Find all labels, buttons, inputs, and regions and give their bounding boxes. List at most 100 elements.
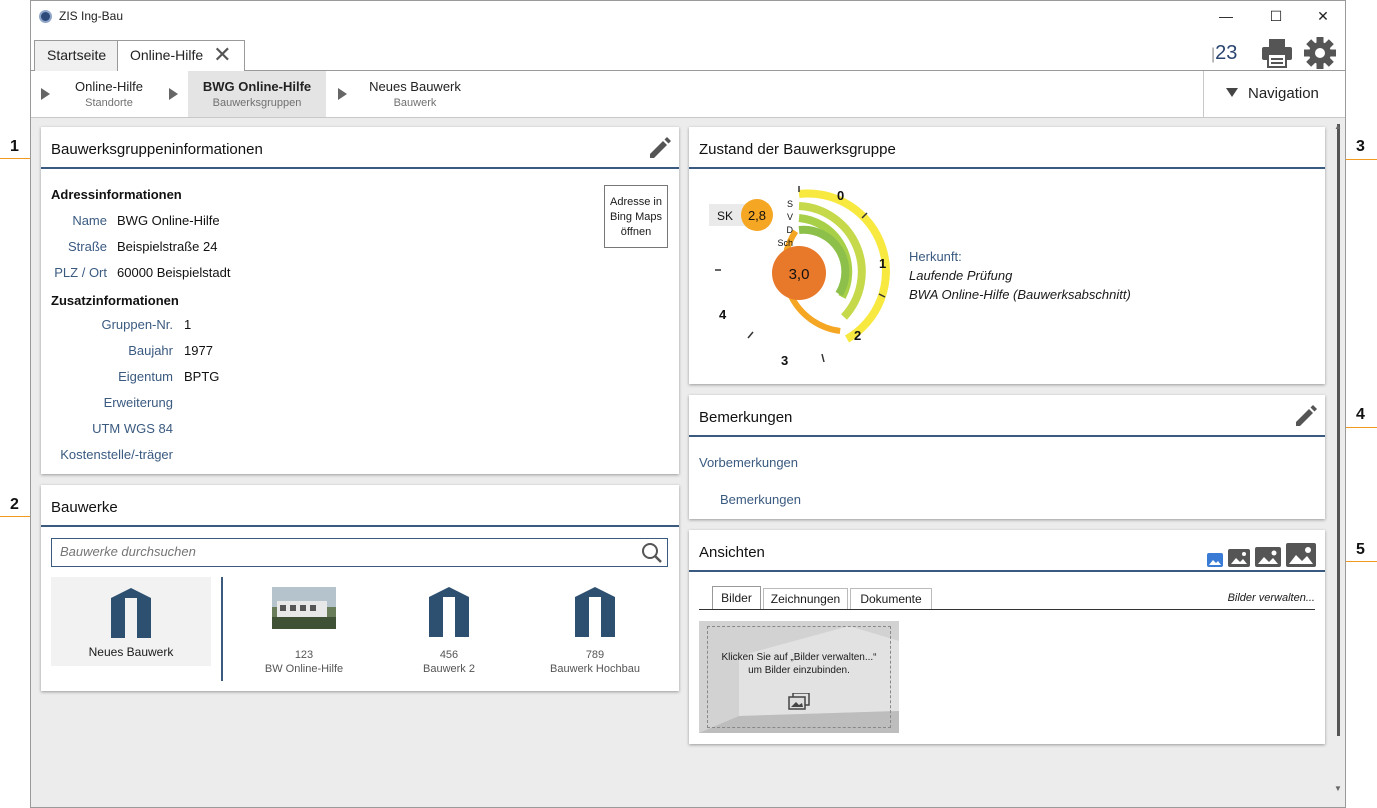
main-content: Bauwerksgruppeninformationen Adresse in …	[31, 118, 1345, 807]
callout-3: 3	[1356, 138, 1365, 155]
gear-icon[interactable]	[1303, 36, 1337, 70]
tab-close-icon[interactable]: ✕	[213, 41, 231, 69]
ring-label-v: V	[787, 212, 793, 222]
image-size-small-icon[interactable]	[1207, 553, 1223, 567]
building-icon	[111, 588, 151, 638]
breadcrumb-arrow-icon	[169, 88, 178, 100]
sk-value: 2,8	[748, 208, 766, 223]
callout-1: 1	[10, 138, 19, 155]
breadcrumb-subtitle: Bauwerksgruppen	[212, 97, 302, 109]
owner-value: BPTG	[184, 369, 220, 384]
new-building-tile[interactable]: Neues Bauwerk	[51, 577, 211, 666]
app-logo-icon	[39, 10, 52, 23]
tile-divider	[221, 577, 223, 681]
search-field[interactable]	[51, 538, 668, 567]
year-value: 1977	[184, 343, 213, 358]
building-tile[interactable]: 456 Bauwerk 2	[386, 585, 512, 681]
bemerkungen-card-header: Bemerkungen	[689, 395, 1325, 437]
bemerkungen-card: Bemerkungen Vorbemerkungen Bemerkungen	[689, 395, 1325, 519]
zustand-card-header: Zustand der Bauwerksgruppe	[689, 127, 1325, 169]
address-section-heading: Adressinformationen	[51, 187, 182, 202]
ansichten-card-header: Ansichten	[689, 530, 1325, 572]
title-bar: ZIS Ing-Bau — ☐ ✕	[31, 1, 1345, 32]
close-button[interactable]: ✕	[1308, 6, 1338, 28]
center-value: 3,0	[789, 266, 810, 283]
tab-bar: Startseite Online-Hilfe ✕ |23	[31, 32, 1345, 72]
breadcrumb-title: BWG Online-Hilfe	[202, 79, 312, 94]
tab-startseite[interactable]: Startseite	[34, 40, 120, 71]
breadcrumb: Online-Hilfe Standorte BWG Online-Hilfe …	[31, 71, 1345, 118]
new-building-label: Neues Bauwerk	[88, 645, 174, 659]
image-size-xlarge-icon[interactable]	[1286, 543, 1316, 567]
maximize-button[interactable]: ☐	[1261, 6, 1291, 28]
notification-counter[interactable]: |23	[1211, 42, 1237, 65]
building-name: Bauwerk Hochbau	[550, 663, 640, 675]
herkunft-label: Herkunft:	[909, 249, 962, 264]
building-tile[interactable]: 123 BW Online-Hilfe	[241, 585, 367, 681]
info-card-header: Bauwerksgruppeninformationen	[41, 127, 679, 169]
scroll-up-icon[interactable]: ▲	[1334, 122, 1342, 131]
search-icon[interactable]	[641, 542, 663, 564]
triangle-down-icon	[1226, 88, 1238, 97]
gauge-scale-1: 1	[879, 256, 886, 271]
condition-gauge: 0 1 2 3 4 SK 2,8 3,0 S V D Sch	[709, 186, 890, 368]
tab-online-hilfe[interactable]: Online-Hilfe ✕	[117, 40, 245, 72]
building-tile[interactable]: 789 Bauwerk Hochbau	[532, 585, 658, 681]
breadcrumb-title: Neues Bauwerk	[369, 79, 461, 94]
name-label: Name	[72, 213, 107, 228]
bauwerke-card: Bauwerke Neues Bauwerk 123	[41, 485, 679, 691]
bing-maps-button[interactable]: Adresse in Bing Maps öffnen	[604, 185, 668, 248]
ring-label-d: D	[787, 225, 794, 235]
breadcrumb-arrow-icon	[338, 88, 347, 100]
zustand-card: Zustand der Bauwerksgruppe 0 1 2 3 4 SK …	[689, 127, 1325, 384]
image-size-large-icon[interactable]	[1255, 547, 1281, 567]
callout-2: 2	[10, 496, 19, 513]
breadcrumb-subtitle: Bauwerk	[393, 97, 437, 109]
placeholder-text-2: um Bilder einzubinden.	[748, 665, 850, 676]
zip-city-label: PLZ / Ort	[54, 265, 107, 280]
scrollbar[interactable]	[1337, 124, 1340, 736]
pencil-icon[interactable]	[1293, 403, 1319, 429]
building-number: 789	[585, 649, 605, 661]
bemerkungen-card-title: Bemerkungen	[699, 409, 793, 426]
ring-label-s: S	[787, 199, 793, 209]
placeholder-frame	[707, 626, 891, 728]
scroll-down-icon[interactable]: ▼	[1334, 784, 1342, 793]
breadcrumb-arrow-icon	[41, 88, 50, 100]
navigation-button[interactable]: Navigation	[1203, 71, 1346, 117]
bemerkungen-link[interactable]: Bemerkungen	[720, 492, 801, 507]
counter-a: 2	[1215, 42, 1227, 64]
breadcrumb-online-hilfe[interactable]: Online-Hilfe Standorte	[59, 71, 159, 117]
building-name: BW Online-Hilfe	[264, 663, 344, 675]
print-icon[interactable]	[1261, 38, 1293, 68]
group-number-value: 1	[184, 317, 192, 332]
minimize-button[interactable]: —	[1211, 6, 1241, 28]
zustand-card-title: Zustand der Bauwerksgruppe	[699, 141, 896, 158]
navigation-label: Navigation	[1248, 85, 1319, 102]
bauwerke-card-title: Bauwerke	[51, 499, 118, 516]
gauge-scale-3: 3	[781, 353, 788, 368]
zip-city-value: 60000 Beispielstadt	[117, 265, 231, 280]
owner-label: Eigentum	[118, 369, 173, 384]
callout-5: 5	[1356, 541, 1365, 558]
building-name: Bauwerk 2	[423, 663, 475, 675]
herkunft-line-2: BWA Online-Hilfe (Bauwerksabschnitt)	[909, 287, 1131, 302]
tab-dokumente[interactable]: Dokumente	[850, 588, 932, 610]
image-placeholder[interactable]: Klicken Sie auf „Bilder verwalten...“ um…	[699, 621, 899, 733]
gauge-scale-2: 2	[854, 328, 861, 343]
extra-section-heading: Zusatzinformationen	[51, 293, 179, 308]
search-input[interactable]	[60, 544, 620, 559]
breadcrumb-neues-bauwerk[interactable]: Neues Bauwerk Bauwerk	[356, 71, 474, 117]
vorbemerkungen-link[interactable]: Vorbemerkungen	[699, 455, 798, 470]
images-stack-icon	[788, 693, 810, 710]
image-size-medium-icon[interactable]	[1228, 549, 1250, 567]
manage-images-link[interactable]: Bilder verwalten...	[1228, 592, 1315, 604]
tab-bilder[interactable]: Bilder	[712, 586, 761, 610]
building-number: 123	[294, 649, 314, 661]
street-label: Straße	[67, 239, 107, 254]
year-label: Baujahr	[128, 343, 173, 358]
tab-zeichnungen[interactable]: Zeichnungen	[763, 588, 848, 610]
placeholder-text-1: Klicken Sie auf „Bilder verwalten...“	[721, 652, 877, 663]
breadcrumb-bwg-online-hilfe[interactable]: BWG Online-Hilfe Bauwerksgruppen	[188, 71, 326, 117]
pencil-icon[interactable]	[647, 135, 673, 161]
